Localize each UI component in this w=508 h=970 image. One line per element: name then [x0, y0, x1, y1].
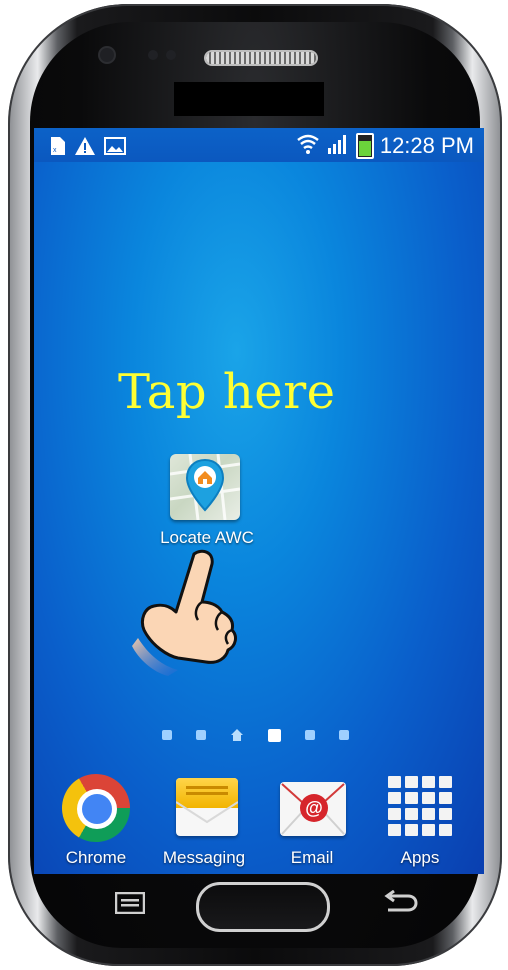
apps-grid-icon: [388, 776, 454, 840]
page-dot[interactable]: [162, 730, 172, 740]
signal-icon: [326, 133, 350, 159]
status-time: 12:28 PM: [379, 133, 474, 158]
chrome-icon-center: [82, 794, 112, 824]
wifi-icon: [296, 133, 320, 159]
dock: Chrome Messaging @ Email Apps: [34, 761, 484, 874]
locate-awc-app-label[interactable]: Locate AWC: [146, 528, 268, 548]
light-sensor: [166, 50, 176, 60]
redaction-block: [174, 82, 324, 116]
front-camera: [100, 48, 114, 62]
status-bar: x 12:28 PM: [34, 128, 484, 162]
page-dot[interactable]: [196, 730, 206, 740]
home-page-icon[interactable]: [230, 728, 244, 742]
tap-here-instruction: Tap here: [118, 364, 336, 420]
email-icon: @: [280, 782, 346, 836]
proximity-sensor: [148, 50, 158, 60]
back-button[interactable]: [370, 880, 430, 926]
page-dot[interactable]: [305, 730, 315, 740]
menu-button[interactable]: [100, 880, 160, 926]
home-button[interactable]: [196, 882, 330, 932]
menu-icon: [115, 892, 145, 914]
messaging-icon: [176, 778, 238, 836]
pointing-hand-icon: [132, 549, 237, 676]
document-icon: x: [50, 136, 66, 160]
dock-label-apps: Apps: [400, 848, 440, 867]
warning-icon: [74, 136, 96, 160]
home-screen: x 12:28 PM Tap here Locate AWC Chrome Me…: [34, 128, 484, 874]
map-pin-icon: [170, 454, 240, 520]
dock-label-email: Email: [290, 848, 334, 867]
battery-icon: [355, 133, 374, 159]
back-arrow-icon: [384, 890, 418, 912]
page-indicator: [162, 728, 349, 742]
earpiece-speaker: [206, 52, 316, 64]
locate-awc-app-icon[interactable]: [170, 454, 240, 520]
dock-label-messaging: Messaging: [162, 848, 246, 867]
page-dot[interactable]: [339, 730, 349, 740]
dock-label-chrome: Chrome: [65, 848, 127, 867]
image-icon: [104, 137, 126, 159]
svg-text:x: x: [53, 147, 57, 154]
page-dot-active[interactable]: [268, 728, 281, 742]
